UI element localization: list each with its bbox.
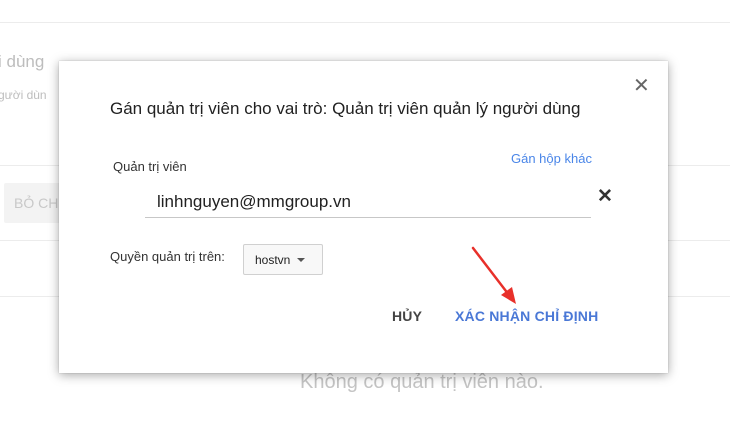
admin-label: Quản trị viên [113,159,187,174]
confirm-assign-button[interactable]: XÁC NHẬN CHỈ ĐỊNH [455,308,598,324]
org-unit-value: hostvn [255,252,291,267]
close-icon[interactable]: ✕ [633,76,650,96]
cancel-button[interactable]: HỦY [392,308,422,324]
scope-label: Quyền quản trị trên: [110,249,225,264]
bg-unassign-button: BỎ CH [4,183,66,223]
bg-empty-message: Không có quản trị viên nào. [300,371,544,393]
assign-admin-dialog: ✕ Gán quản trị viên cho vai trò: Quản tr… [59,61,668,373]
dialog-title: Gán quản trị viên cho vai trò: Quản trị … [110,99,581,118]
bg-page-heading: i dùng [0,52,45,71]
admin-email-input[interactable] [145,183,591,218]
clear-email-icon[interactable]: ✕ [597,187,613,206]
assign-other-link[interactable]: Gán hộp khác [511,151,592,166]
bg-page-subheading: gười dùn [0,88,47,102]
bg-divider [0,22,730,23]
caret-down-icon [297,257,306,262]
org-unit-dropdown[interactable]: hostvn [243,244,323,275]
